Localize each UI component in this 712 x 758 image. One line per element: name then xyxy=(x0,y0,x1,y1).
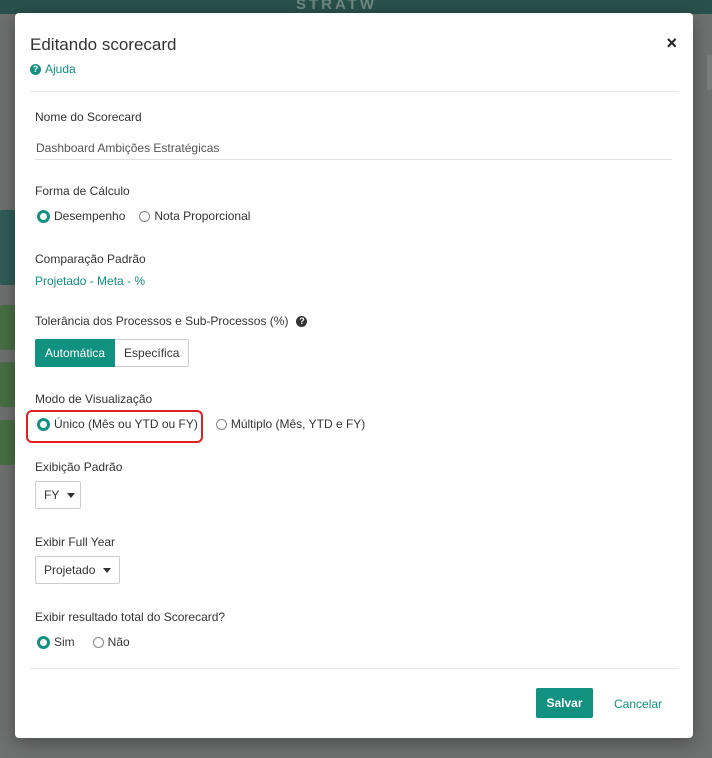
footer-divider xyxy=(30,668,678,669)
radio-label: Sim xyxy=(54,635,75,649)
header-divider xyxy=(30,91,678,92)
radio-option-multiplo[interactable]: Múltiplo (Mês, YTD e FY) xyxy=(215,417,366,431)
radio-label: Não xyxy=(107,635,130,649)
question-icon: ? xyxy=(30,63,41,75)
default-display-label: Exibição Padrão xyxy=(35,460,123,474)
full-year-label: Exibir Full Year xyxy=(35,535,116,549)
radio-option-unico[interactable]: Único (Mês ou YTD ou FY) xyxy=(37,417,198,431)
calc-form-radio-group: Desempenho Nota Proporcional xyxy=(37,209,264,223)
show-total-label: Exibir resultado total do Scorecard? xyxy=(35,610,226,624)
radio-option-nota-proporcional[interactable]: Nota Proporcional xyxy=(139,209,250,223)
radio-label: Múltiplo (Mês, YTD e FY) xyxy=(230,417,366,431)
tolerance-automatica-button[interactable]: Automática xyxy=(35,339,116,367)
radio-label: Único (Mês ou YTD ou FY) xyxy=(54,417,198,431)
radio-unchecked-icon xyxy=(215,418,227,430)
calc-form-label: Forma de Cálculo xyxy=(35,184,130,198)
edit-scorecard-modal: Editando scorecard × ? Ajuda Nome do Sco… xyxy=(15,13,693,738)
close-button[interactable]: × xyxy=(666,33,677,54)
radio-label: Desempenho xyxy=(54,209,126,223)
help-label: Ajuda xyxy=(45,62,76,76)
radio-option-sim[interactable]: Sim xyxy=(37,635,75,649)
view-mode-radio-group: Único (Mês ou YTD ou FY) Múltiplo (Mês, … xyxy=(37,417,379,431)
radio-checked-icon xyxy=(37,635,50,649)
radio-checked-icon xyxy=(37,417,50,431)
select-value: FY xyxy=(44,488,60,502)
radio-option-desempenho[interactable]: Desempenho xyxy=(37,209,125,223)
modal-title: Editando scorecard xyxy=(30,35,177,54)
caret-down-icon xyxy=(67,492,76,498)
radio-unchecked-icon xyxy=(92,636,104,648)
show-total-radio-group: Sim Não xyxy=(37,635,144,649)
save-button[interactable]: Salvar xyxy=(536,688,593,718)
tolerance-label-row: Tolerância dos Processos e Sub-Processos… xyxy=(35,314,308,328)
radio-unchecked-icon xyxy=(139,210,151,222)
tolerance-segmented-control: Automática Específica xyxy=(35,339,190,367)
view-mode-label: Modo de Visualização xyxy=(35,392,153,406)
caret-down-icon xyxy=(103,567,112,573)
radio-option-nao[interactable]: Não xyxy=(92,635,130,649)
radio-label: Nota Proporcional xyxy=(154,209,251,223)
scorecard-name-label: Nome do Scorecard xyxy=(35,110,142,124)
help-link[interactable]: ? Ajuda xyxy=(30,62,76,76)
default-display-select[interactable]: FY xyxy=(35,481,81,509)
tolerance-especifica-button[interactable]: Específica xyxy=(115,339,190,367)
select-value: Projetado xyxy=(44,563,96,577)
full-year-select[interactable]: Projetado xyxy=(35,556,120,584)
comparison-label: Comparação Padrão xyxy=(35,252,146,266)
comparison-value-link[interactable]: Projetado - Meta - % xyxy=(35,274,145,288)
tolerance-label: Tolerância dos Processos e Sub-Processos… xyxy=(35,314,289,328)
scorecard-name-input[interactable] xyxy=(35,137,672,160)
cancel-button[interactable]: Cancelar xyxy=(614,697,662,711)
radio-checked-icon xyxy=(37,209,50,223)
question-icon[interactable]: ? xyxy=(296,315,308,327)
